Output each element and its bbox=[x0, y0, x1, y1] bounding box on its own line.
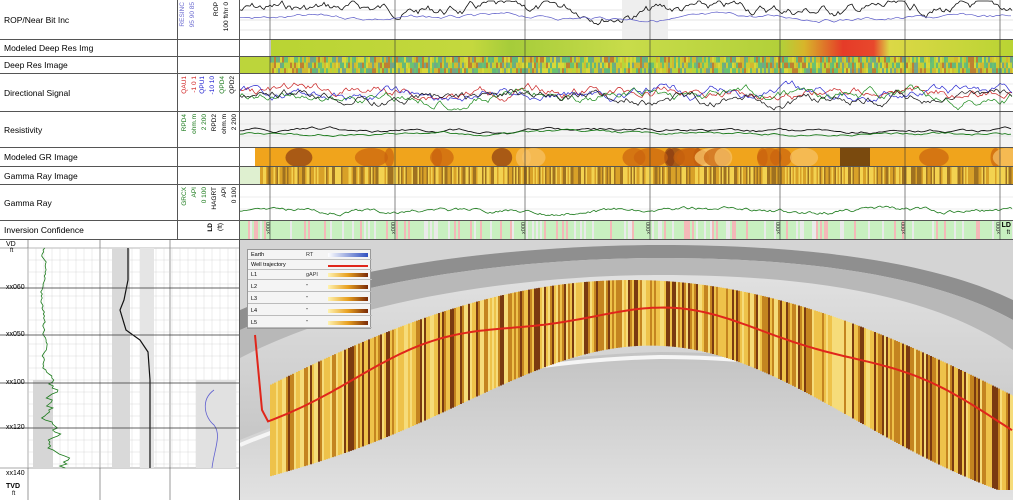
scale-label: -10 10 bbox=[209, 76, 216, 95]
depth-label: xx120 bbox=[6, 424, 25, 431]
track-scale-directional: QAU1 -1 0 1 QPU1 -10 10 QPD4 QPD2 bbox=[178, 74, 240, 111]
legend-unit: " bbox=[306, 308, 308, 314]
legend-unit: " bbox=[306, 284, 308, 290]
track-title-resistivity: Resistivity bbox=[0, 112, 178, 147]
scale-label: (ft) bbox=[217, 223, 224, 231]
depth-label: xx140 bbox=[6, 470, 25, 477]
scale-label: QPU1 bbox=[199, 76, 206, 94]
legend-unit: " bbox=[306, 296, 308, 302]
scale-label: 100 ft/hr 0 bbox=[223, 2, 230, 32]
scale-label: API bbox=[191, 187, 198, 198]
legend-colorbar bbox=[328, 253, 368, 257]
scale-label: 0 100 bbox=[231, 187, 238, 204]
tvd-footer-unit: ft bbox=[12, 491, 16, 497]
legend-label: L1 bbox=[251, 272, 258, 278]
scale-label: GRCX bbox=[181, 187, 188, 206]
legend-label: L3 bbox=[251, 296, 258, 302]
scale-label: ROP bbox=[213, 2, 220, 17]
track-title-deep-res-model: Modeled Deep Res Img bbox=[0, 40, 178, 56]
legend-row-earth: Earth RT bbox=[248, 250, 372, 260]
scale-label: QAU1 bbox=[181, 76, 188, 94]
scale-label: QPD2 bbox=[229, 76, 236, 94]
legend-unit: " bbox=[306, 320, 308, 326]
legend-label: Earth bbox=[251, 252, 265, 258]
legend-row-layer: L5 " bbox=[248, 318, 372, 328]
legend-label: L4 bbox=[251, 308, 258, 314]
scale-label: RPD4 bbox=[181, 114, 188, 132]
scale-label: -1 0 1 bbox=[191, 76, 198, 93]
depth-marker: x000 bbox=[391, 222, 397, 234]
scale-label: 95 90 85 bbox=[189, 2, 196, 28]
legend-label: L5 bbox=[251, 320, 258, 326]
legend-label: L2 bbox=[251, 284, 258, 290]
tvd-header-unit: ft bbox=[10, 248, 14, 254]
legend-unit: RT bbox=[306, 252, 314, 258]
legend-colorbar bbox=[328, 321, 368, 325]
track-scale-gr-model bbox=[178, 148, 240, 166]
scale-label: HAGRT bbox=[211, 187, 218, 210]
legend-colorbar bbox=[328, 309, 368, 313]
track-scale-gr-image bbox=[178, 167, 240, 184]
scale-label: ohm.m bbox=[221, 114, 228, 134]
track-title-confidence: Inversion Confidence bbox=[0, 221, 178, 239]
scale-label: 2 200 bbox=[231, 114, 238, 131]
track-scale-gamma: GRCX API 0 100 HAGRT API 0 100 bbox=[178, 185, 240, 220]
legend-label: Well trajectory bbox=[251, 262, 286, 268]
legend-row-layer: L4 " bbox=[248, 306, 372, 316]
depth-marker: x000 bbox=[646, 222, 652, 234]
legend-row-well: Well trajectory bbox=[248, 260, 372, 270]
depth-marker: x000 bbox=[266, 222, 272, 234]
legend-colorbar bbox=[328, 285, 368, 289]
legend-line bbox=[328, 265, 368, 267]
track-title-gr-image: Gamma Ray Image bbox=[0, 167, 178, 184]
track-title-gr-model: Modeled GR Image bbox=[0, 148, 178, 166]
legend-colorbar bbox=[328, 273, 368, 277]
track-title-rop: ROP/Near Bit Inc bbox=[0, 0, 178, 39]
scale-label: 0 100 bbox=[201, 187, 208, 204]
scale-label: ohm.m bbox=[191, 114, 198, 134]
scale-label: API bbox=[221, 187, 228, 198]
track-scale-rop: RESINC 95 90 85 ROP 100 ft/hr 0 bbox=[178, 0, 240, 39]
depth-marker: x000 bbox=[776, 222, 782, 234]
track-scale-resistivity: RPD4 ohm.m 2 200 RPD2 ohm.m 2 200 bbox=[178, 112, 240, 147]
cross-section-legend[interactable]: Earth RT Well trajectory L1 gAPI L2 " L3 " L4 "… bbox=[247, 249, 372, 329]
legend-row-layer: L2 " bbox=[248, 282, 372, 292]
depth-marker: x000 bbox=[901, 222, 907, 234]
scale-label: LD bbox=[207, 223, 214, 232]
depth-marker: x000 bbox=[521, 222, 527, 234]
track-title-gamma: Gamma Ray bbox=[0, 185, 178, 220]
scale-label: 2 200 bbox=[201, 114, 208, 131]
track-title-deep-res-image: Deep Res Image bbox=[0, 57, 178, 73]
depth-gridlines bbox=[269, 0, 1001, 240]
depth-label: xx060 bbox=[6, 284, 25, 291]
scale-label: RPD2 bbox=[211, 114, 218, 132]
legend-unit: gAPI bbox=[306, 272, 318, 278]
depth-marker: x000 bbox=[996, 222, 1002, 234]
scale-label: QPD4 bbox=[219, 76, 226, 94]
tvd-log-chart bbox=[0, 240, 239, 500]
legend-row-layer: L1 gAPI bbox=[248, 270, 372, 280]
tvd-header: VD bbox=[6, 241, 16, 248]
legend-row-layer: L3 " bbox=[248, 294, 372, 304]
track-scale-confidence: LD (ft) bbox=[178, 221, 240, 239]
track-title-directional: Directional Signal bbox=[0, 74, 178, 111]
tvd-footer: TVD bbox=[6, 483, 20, 490]
track-scale-deep-res-image bbox=[178, 57, 240, 73]
depth-label: xx100 bbox=[6, 379, 25, 386]
log-tracks-panel: ROP/Near Bit Inc RESINC 95 90 85 ROP 100… bbox=[0, 0, 1013, 240]
scale-label: RESINC bbox=[179, 2, 186, 27]
track-scale-deep-res-model bbox=[178, 40, 240, 56]
legend-colorbar bbox=[328, 297, 368, 301]
depth-label: xx050 bbox=[6, 331, 25, 338]
tvd-log-panel[interactable]: VD ft xx060 xx050 xx100 xx120 xx140 TVD … bbox=[0, 240, 240, 500]
